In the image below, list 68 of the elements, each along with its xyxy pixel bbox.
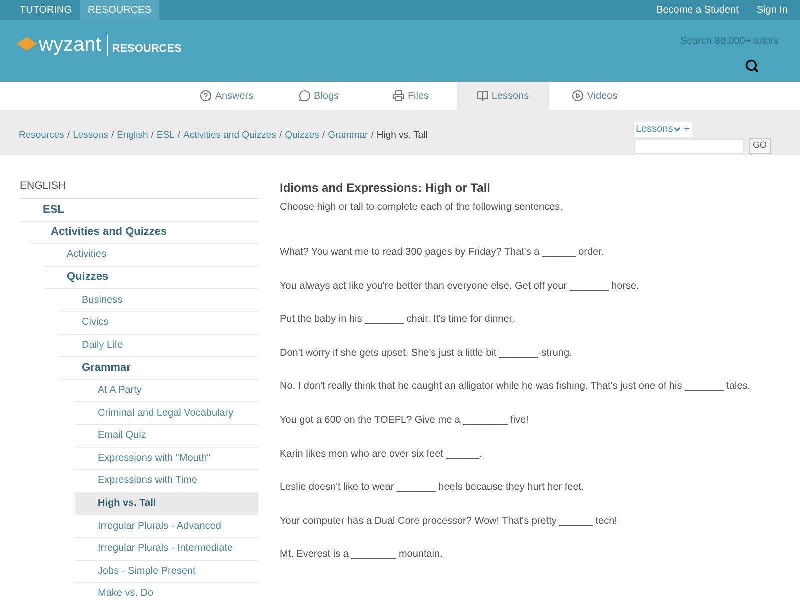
play-circle-icon [572, 90, 584, 102]
breadcrumb-current: High vs. Tall [376, 129, 428, 143]
nav-tab[interactable]: Files [365, 82, 457, 110]
quiz-sentence: Don't worry if she gets upset. She's just a little bit _______-strung. [280, 346, 574, 361]
sidebar-item[interactable]: Activities and Quizzes [28, 222, 258, 244]
article-intro: Choose high or tall to complete each of the following sentences. [280, 201, 564, 215]
quiz-sentence: Your computer has a Dual Core processor? Wow! That's pretty ______ tech! [280, 514, 618, 529]
quiz-sentence: Karin likes men who are over six feet ______. [280, 448, 484, 462]
breadcrumb-separator: / [371, 129, 374, 143]
sidebar-item[interactable]: Business [59, 289, 258, 312]
breadcrumb-separator: / [67, 129, 70, 143]
breadcrumb-link[interactable]: ESL [156, 129, 175, 144]
breadcrumb-separator: / [111, 129, 114, 143]
quiz-sentence: Leslie doesn't like to wear _______ heels because they hurt her feet. [280, 481, 586, 496]
sidebar-item[interactable]: Grammar [59, 357, 258, 380]
lesson-search-field[interactable] [634, 138, 744, 154]
quiz-sentence: What? You want me to read 300 pages by Friday? That's a ______ order. [280, 246, 606, 260]
printer-icon [392, 90, 405, 102]
nav-tab[interactable]: Answers [181, 82, 273, 110]
nav-tab[interactable]: Lessons [457, 82, 549, 110]
help-circle-icon [200, 90, 212, 102]
quiz-sentence: You got a 600 on the TOEFL? Give me a ________ five! [280, 414, 530, 428]
sidebar-item[interactable]: Email Quiz [75, 424, 258, 448]
book-icon [476, 90, 489, 102]
sidebar-item[interactable]: Activities [44, 244, 258, 267]
breadcrumb-separator: / [178, 129, 181, 143]
breadcrumb-link[interactable]: Quizzes [285, 129, 320, 144]
top-link[interactable]: Become a Student [656, 2, 739, 18]
logo-wordmark[interactable]: wyzant [39, 34, 102, 56]
add-link[interactable]: + [684, 122, 690, 137]
search-icon[interactable] [745, 59, 759, 73]
nav-tab[interactable]: Videos [549, 82, 641, 110]
sidebar-title: ENGLISH [20, 179, 258, 199]
article-title: Idioms and Expressions: High or Tall [280, 180, 492, 197]
sidebar-item[interactable]: Quizzes [44, 266, 258, 290]
sidebar-item[interactable]: At A Party [75, 380, 258, 402]
breadcrumb-link[interactable]: Lessons [73, 129, 108, 144]
sidebar-item[interactable]: Irregular Plurals - Advanced [75, 515, 258, 538]
sidebar-item[interactable]: Criminal and Legal Vocabulary [75, 402, 258, 425]
breadcrumb-separator: / [322, 129, 326, 143]
breadcrumb-separator: / [279, 129, 282, 143]
quiz-sentence: You always act like you're better than everyone else. Get off your _______ horse. [280, 280, 640, 294]
breadcrumb-link[interactable]: Activities and Quizzes [184, 129, 276, 144]
lessons-menu[interactable]: Lessons [636, 122, 682, 137]
breadcrumb-link[interactable]: Resources [19, 129, 64, 144]
sidebar-item[interactable]: Make vs. Do [75, 583, 258, 600]
top-tab[interactable]: TUTORING [12, 0, 80, 20]
sidebar-item[interactable]: High vs. Tall [75, 492, 258, 516]
top-tab[interactable]: RESOURCES [80, 0, 160, 20]
sidebar-item[interactable]: Daily Life [59, 334, 258, 358]
quiz-sentence: No, I don't really think that he caught an alligator while he was fishing. That's just one of his _______ tales. [280, 380, 752, 394]
breadcrumb-link[interactable]: Grammar [328, 129, 368, 144]
go-button[interactable]: GO [748, 138, 771, 154]
sidebar-item[interactable]: Expressions with "Mouth" [75, 448, 258, 470]
sidebar-item[interactable]: Civics [59, 312, 258, 335]
breadcrumb-separator: / [151, 129, 154, 143]
quiz-sentence: Put the baby in his _______ chair. It's time for dinner. [280, 313, 516, 328]
top-link[interactable]: Sign In [756, 2, 788, 18]
nav-tab[interactable]: Blogs [273, 82, 365, 110]
speech-bubble-icon [298, 90, 311, 102]
section-title: RESOURCES [112, 42, 182, 57]
quiz-sentence: Mt. Everest is a ________ mountain. [280, 548, 444, 562]
sidebar-item[interactable]: Irregular Plurals - Intermediate [75, 538, 258, 560]
logo-diamond-icon [17, 37, 37, 51]
sidebar-item[interactable]: ESL [20, 199, 258, 222]
sidebar-item[interactable]: Jobs - Simple Present [75, 560, 258, 584]
breadcrumb-link[interactable]: English [117, 129, 148, 144]
caret-icon [673, 125, 682, 134]
